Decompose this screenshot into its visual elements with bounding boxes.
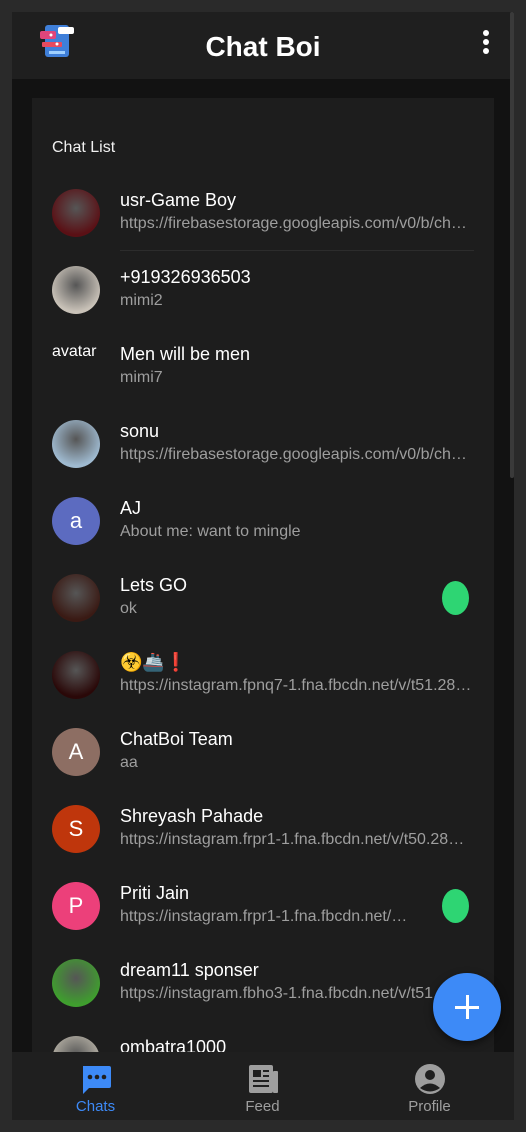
chat-preview: https://instagram.frpr1-1.fna.fbcdn.net/…	[120, 831, 472, 848]
chat-preview: https://firebasestorage.googleapis.com/v…	[120, 446, 472, 463]
unread-indicator	[442, 581, 469, 615]
chat-row[interactable]: dream11 sponser https://instagram.fbho3-1…	[32, 945, 494, 1022]
unread-indicator	[442, 889, 469, 923]
avatar-letter: P	[52, 882, 100, 930]
chat-name: Men will be men	[120, 344, 251, 364]
chat-list: usr-Game Boy https://firebasestorage.goog…	[32, 175, 494, 1099]
chat-preview: https://firebasestorage.googleapis.com/v…	[120, 215, 472, 232]
chat-row[interactable]: S Shreyash Pahade https://instagram.frpr1-…	[32, 791, 494, 868]
avatar-photo	[52, 574, 100, 622]
app-title: Chat Boi	[205, 31, 321, 62]
chat-list-card: Chat List usr-Game Boy https://firebasest…	[32, 98, 494, 1098]
chat-preview: mimi7	[120, 369, 163, 386]
avatar-letter: S	[52, 805, 100, 853]
chat-preview: https://instagram.fpnq7-1.fna.fbcdn.net/…	[120, 677, 472, 694]
chat-row[interactable]: sonu https://firebasestorage.googleapis.c…	[32, 406, 494, 483]
chat-preview: aa	[120, 754, 138, 771]
chat-name: ChatBoi Team	[120, 729, 233, 749]
chat-row[interactable]: A ChatBoi Team aa	[32, 714, 494, 791]
bottom-navigation: Chats Feed Profile	[12, 1052, 514, 1120]
avatar-photo	[52, 651, 100, 699]
avatar-broken-image: avatar	[52, 343, 97, 360]
chat-preview: https://instagram.fbho3-1.fna.fbcdn.net/…	[120, 985, 472, 1002]
chat-name: Priti Jain	[120, 883, 190, 903]
chat-name: sonu	[120, 421, 160, 441]
avatar-photo	[52, 189, 100, 237]
avatar-letter: A	[52, 728, 100, 776]
chat-row[interactable]: P Priti Jain https://instagram.frpr1-1.fna…	[32, 868, 494, 945]
avatar-letter: a	[52, 497, 100, 545]
chat-list-title: Chat List	[52, 139, 116, 156]
chat-preview: ok	[120, 600, 137, 617]
nav-profile[interactable]: Profile	[346, 1052, 513, 1120]
nav-chats[interactable]: Chats	[12, 1052, 179, 1120]
chat-row[interactable]: usr-Game Boy https://firebasestorage.goog…	[32, 175, 494, 252]
new-chat-button[interactable]	[433, 973, 501, 1041]
chat-name: usr-Game Boy	[120, 190, 237, 210]
chat-row[interactable]: +919326936503 mimi2	[32, 252, 494, 329]
chat-row[interactable]: ☣️🚢❗ https://instagram.fpnq7-1.fna.fbcdn.…	[32, 637, 494, 714]
chat-row[interactable]: avatar Men will be men mimi7	[32, 329, 494, 406]
chat-name: ☣️🚢❗	[120, 652, 188, 672]
avatar-photo	[52, 959, 100, 1007]
chat-row[interactable]: Lets GO ok	[32, 560, 494, 637]
chat-row[interactable]: a AJ About me: want to mingle	[32, 483, 494, 560]
chat-name: Shreyash Pahade	[120, 806, 264, 826]
chat-preview: https://instagram.frpr1-1.fna.fbcdn.net/…	[120, 908, 412, 925]
app-frame: Chat Boi Chat List usr-Game Boy https://f…	[12, 12, 514, 1120]
account-circle-icon	[414, 1064, 445, 1094]
avatar-photo	[52, 266, 100, 314]
newspaper-icon	[248, 1065, 278, 1093]
app-bar: Chat Boi	[12, 12, 514, 79]
scrollbar[interactable]	[510, 12, 514, 478]
chat-icon	[82, 1066, 111, 1094]
chat-name: AJ	[120, 498, 142, 518]
nav-label-profile: Profile	[408, 1098, 451, 1115]
chat-preview: mimi2	[120, 292, 163, 309]
nav-feed[interactable]: Feed	[179, 1052, 346, 1120]
avatar-photo	[52, 420, 100, 468]
nav-label-chats: Chats	[75, 1098, 116, 1115]
more-vert-icon[interactable]	[480, 30, 492, 60]
chat-name: dream11 sponser	[120, 960, 259, 980]
chat-name: +919326936503	[120, 267, 251, 287]
chat-name: Lets GO	[120, 575, 188, 595]
nav-label-feed: Feed	[245, 1098, 280, 1115]
chat-preview: About me: want to mingle	[120, 523, 301, 540]
